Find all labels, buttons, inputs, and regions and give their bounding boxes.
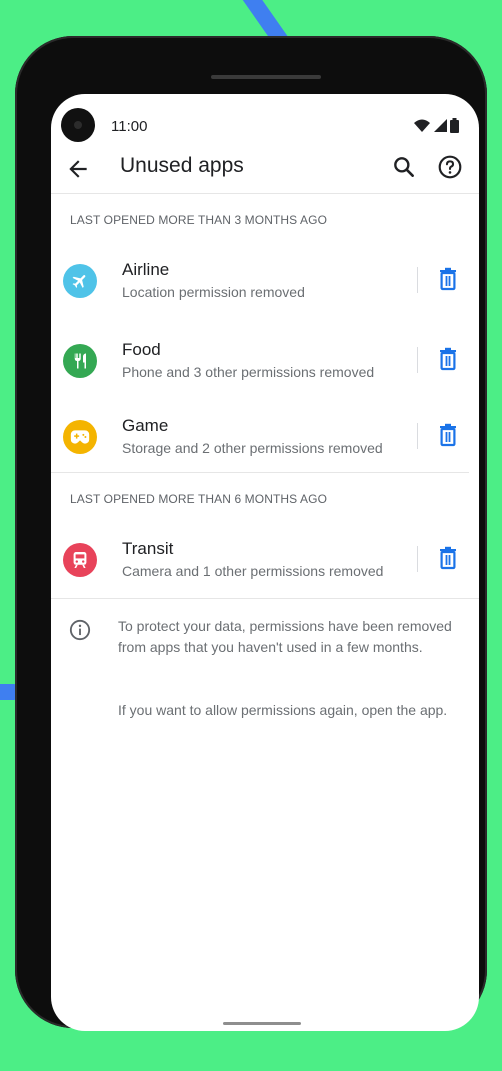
app-name: Transit — [122, 539, 174, 558]
app-permission-status: Camera and 1 other permissions removed — [122, 563, 384, 579]
back-arrow-icon[interactable] — [65, 156, 91, 182]
app-name: Airline — [122, 260, 170, 279]
info-icon — [69, 619, 91, 641]
phone-frame: 11:00 Unused apps LAST OPENED MORE THAN — [15, 36, 487, 1031]
row-separator — [417, 423, 418, 449]
info-text-reopen: If you want to allow permissions again, … — [118, 702, 448, 718]
info-text-permissions: To protect your data, permissions have b… — [118, 618, 452, 655]
list-item-food[interactable]: Food Phone and 3 other permissions remov… — [51, 328, 479, 398]
delete-icon[interactable] — [437, 423, 459, 447]
app-permission-status: Storage and 2 other permissions removed — [122, 440, 383, 456]
delete-icon[interactable] — [437, 267, 459, 291]
app-permission-status: Location permission removed — [122, 284, 305, 300]
section-header-3-months: LAST OPENED MORE THAN 3 MONTHS AGO — [70, 213, 328, 227]
delete-icon[interactable] — [437, 347, 459, 371]
page-title: Unused apps — [120, 154, 244, 177]
list-item-game[interactable]: Game Storage and 2 other permissions rem… — [51, 404, 479, 474]
row-separator — [417, 267, 418, 293]
fork-knife-icon — [63, 344, 97, 378]
search-icon[interactable] — [391, 154, 417, 180]
app-name: Game — [122, 416, 169, 435]
phone-screen: 11:00 Unused apps LAST OPENED MORE THAN — [51, 94, 479, 1031]
train-icon — [63, 543, 97, 577]
section-divider — [51, 472, 469, 473]
list-item-airline[interactable]: Airline Location permission removed — [51, 248, 479, 318]
list-item-transit[interactable]: Transit Camera and 1 other permissions r… — [51, 527, 479, 597]
section-header-6-months: LAST OPENED MORE THAN 6 MONTHS AGO — [70, 492, 328, 506]
earpiece — [211, 75, 321, 79]
info-divider — [51, 598, 479, 599]
row-separator — [417, 347, 418, 373]
app-name: Food — [122, 340, 161, 359]
gamepad-icon — [63, 420, 97, 454]
app-permission-status: Phone and 3 other permissions removed — [122, 364, 375, 380]
wifi-icon — [414, 119, 430, 132]
battery-icon — [450, 118, 459, 133]
app-bar-divider — [51, 193, 479, 194]
delete-icon[interactable] — [437, 546, 459, 570]
app-bar: Unused apps — [51, 148, 479, 192]
row-separator — [417, 546, 418, 572]
cellular-signal-icon — [434, 118, 447, 132]
airplane-icon — [63, 264, 97, 298]
status-icons — [414, 118, 459, 133]
front-camera — [61, 108, 95, 142]
status-time: 11:00 — [111, 118, 148, 135]
home-gesture-bar[interactable] — [223, 1022, 301, 1025]
help-icon[interactable] — [437, 154, 463, 180]
